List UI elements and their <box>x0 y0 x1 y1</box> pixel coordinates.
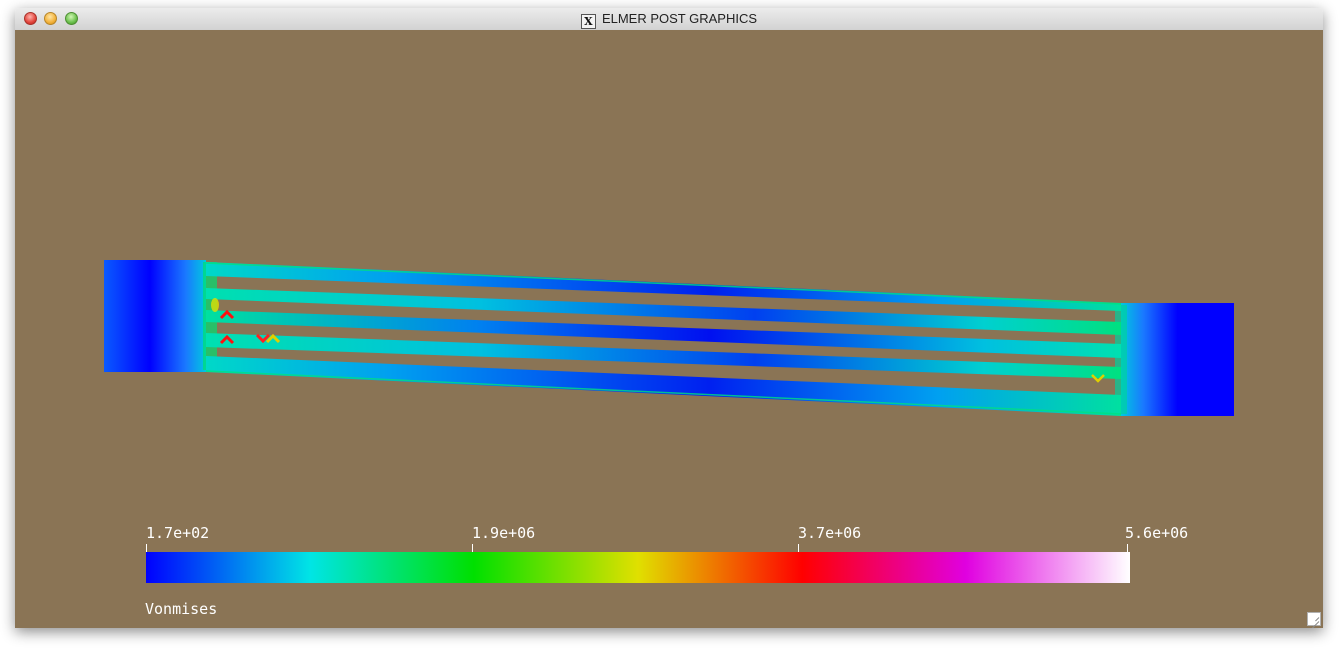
window-title-wrap: X ELMER POST GRAPHICS <box>15 11 1323 29</box>
right-anchor-block <box>1121 303 1234 416</box>
graphics-canvas[interactable]: 1.7e+02 1.9e+06 3.7e+06 5.6e+06 Vonmises <box>15 30 1323 628</box>
colorbar-tick-label-4: 5.6e+06 <box>1125 524 1189 542</box>
x11-icon: X <box>580 14 596 29</box>
hotspot-6 <box>211 298 219 312</box>
colorbar-tick-label-1: 1.7e+02 <box>146 524 210 542</box>
left-anchor-block <box>104 260 206 372</box>
colorbar-tick-label-2: 1.9e+06 <box>472 524 536 542</box>
window-title: ELMER POST GRAPHICS <box>601 11 758 26</box>
colorbar-tick-label-3: 3.7e+06 <box>798 524 862 542</box>
colorbar <box>146 552 1130 583</box>
elmer-post-window: X ELMER POST GRAPHICS 1.7e+02 1.9e+06 3.… <box>15 8 1323 628</box>
title-bar[interactable]: X ELMER POST GRAPHICS <box>15 8 1323 31</box>
colorbar-variable-label: Vonmises <box>145 600 218 618</box>
resize-grip-icon[interactable] <box>1307 612 1321 626</box>
